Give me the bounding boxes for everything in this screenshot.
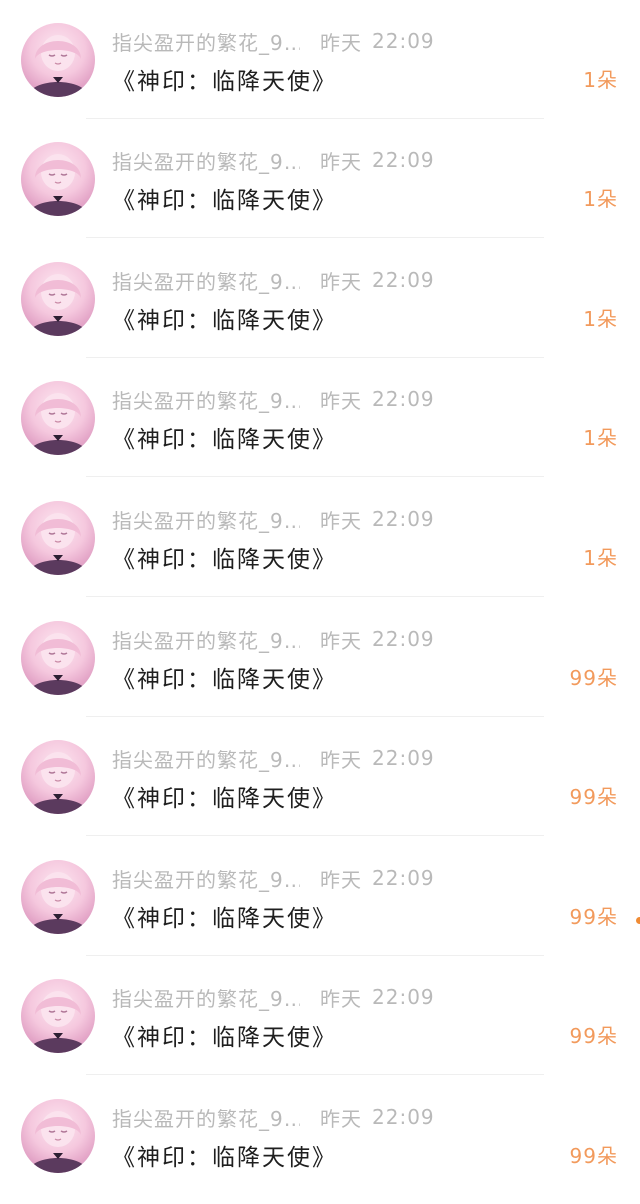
gift-title: 《神印：临降天使》 [112,906,337,932]
avatar-image [27,872,89,934]
gift-record-list: 指尖盈开的繁花_9… 昨天 22:09 《神印：临降天使》 1朵 指尖盈开的繁花… [0,0,640,1204]
timestamp: 22:09 [372,985,435,1009]
timestamp: 22:09 [372,866,435,890]
gift-count: 99朵 [569,785,618,809]
time-label: 昨天 [320,30,362,55]
avatar[interactable] [21,979,95,1053]
avatar-image [27,393,89,455]
timestamp: 22:09 [372,387,435,411]
gift-count: 1朵 [583,68,618,92]
avatar-image [27,633,89,695]
gift-title: 《神印：临降天使》 [112,1145,337,1171]
sender-name: 指尖盈开的繁花_9… [112,269,300,294]
gift-title: 《神印：临降天使》 [112,786,337,812]
gift-count: 99朵 [569,905,618,929]
avatar[interactable] [21,501,95,575]
list-item[interactable]: 指尖盈开的繁花_9… 昨天 22:09 《神印：临降天使》 1朵 [0,0,640,119]
gift-count: 99朵 [569,1024,618,1048]
row-divider [86,476,544,477]
row-divider [86,237,544,238]
avatar[interactable] [21,740,95,814]
list-item[interactable]: 指尖盈开的繁花_9… 昨天 22:09 《神印：临降天使》 1朵 [0,358,640,477]
gift-title: 《神印：临降天使》 [112,427,337,453]
gift-title: 《神印：临降天使》 [112,1025,337,1051]
time-label: 昨天 [320,1106,362,1131]
time-label: 昨天 [320,986,362,1011]
list-item[interactable]: 指尖盈开的繁花_9… 昨天 22:09 《神印：临降天使》 1朵 [0,478,640,597]
avatar-image [27,274,89,336]
row-divider [86,1074,544,1075]
row-divider [86,835,544,836]
gift-count: 1朵 [583,187,618,211]
avatar-image [27,991,89,1053]
avatar[interactable] [21,23,95,97]
avatar-image [27,35,89,97]
time-label: 昨天 [320,867,362,892]
avatar[interactable] [21,262,95,336]
gift-title: 《神印：临降天使》 [112,547,337,573]
sender-name: 指尖盈开的繁花_9… [112,867,300,892]
sender-name: 指尖盈开的繁花_9… [112,30,300,55]
timestamp: 22:09 [372,627,435,651]
avatar-image [27,513,89,575]
gift-count: 1朵 [583,307,618,331]
gift-title: 《神印：临降天使》 [112,69,337,95]
avatar[interactable] [21,142,95,216]
sender-name: 指尖盈开的繁花_9… [112,508,300,533]
time-label: 昨天 [320,508,362,533]
sender-name: 指尖盈开的繁花_9… [112,628,300,653]
timestamp: 22:09 [372,148,435,172]
gift-title: 《神印：临降天使》 [112,308,337,334]
timestamp: 22:09 [372,29,435,53]
list-item[interactable]: 指尖盈开的繁花_9… 昨天 22:09 《神印：临降天使》 1朵 [0,119,640,238]
sender-name: 指尖盈开的繁花_9… [112,747,300,772]
time-label: 昨天 [320,747,362,772]
list-item[interactable]: 指尖盈开的繁花_9… 昨天 22:09 《神印：临降天使》 1朵 [0,239,640,358]
gift-title: 《神印：临降天使》 [112,188,337,214]
gift-count: 99朵 [569,666,618,690]
gift-count: 99朵 [569,1144,618,1168]
timestamp: 22:09 [372,507,435,531]
avatar[interactable] [21,621,95,695]
sender-name: 指尖盈开的繁花_9… [112,986,300,1011]
time-label: 昨天 [320,628,362,653]
avatar[interactable] [21,860,95,934]
avatar[interactable] [21,381,95,455]
time-label: 昨天 [320,149,362,174]
list-item[interactable]: 指尖盈开的繁花_9… 昨天 22:09 《神印：临降天使》 99朵 [0,956,640,1075]
time-label: 昨天 [320,388,362,413]
list-item[interactable]: 指尖盈开的繁花_9… 昨天 22:09 《神印：临降天使》 99朵 [0,1076,640,1195]
avatar-image [27,1111,89,1173]
gift-count: 1朵 [583,426,618,450]
row-divider [86,596,544,597]
timestamp: 22:09 [372,746,435,770]
avatar-image [27,752,89,814]
sender-name: 指尖盈开的繁花_9… [112,388,300,413]
time-label: 昨天 [320,269,362,294]
list-item[interactable]: 指尖盈开的繁花_9… 昨天 22:09 《神印：临降天使》 99朵 [0,837,640,956]
sender-name: 指尖盈开的繁花_9… [112,1106,300,1131]
timestamp: 22:09 [372,1105,435,1129]
avatar-image [27,154,89,216]
timestamp: 22:09 [372,268,435,292]
scroll-indicator [636,917,640,924]
list-item[interactable]: 指尖盈开的繁花_9… 昨天 22:09 《神印：临降天使》 99朵 [0,717,640,836]
list-item[interactable]: 指尖盈开的繁花_9… 昨天 22:09 《神印：临降天使》 99朵 [0,598,640,717]
avatar[interactable] [21,1099,95,1173]
gift-title: 《神印：临降天使》 [112,667,337,693]
sender-name: 指尖盈开的繁花_9… [112,149,300,174]
gift-count: 1朵 [583,546,618,570]
